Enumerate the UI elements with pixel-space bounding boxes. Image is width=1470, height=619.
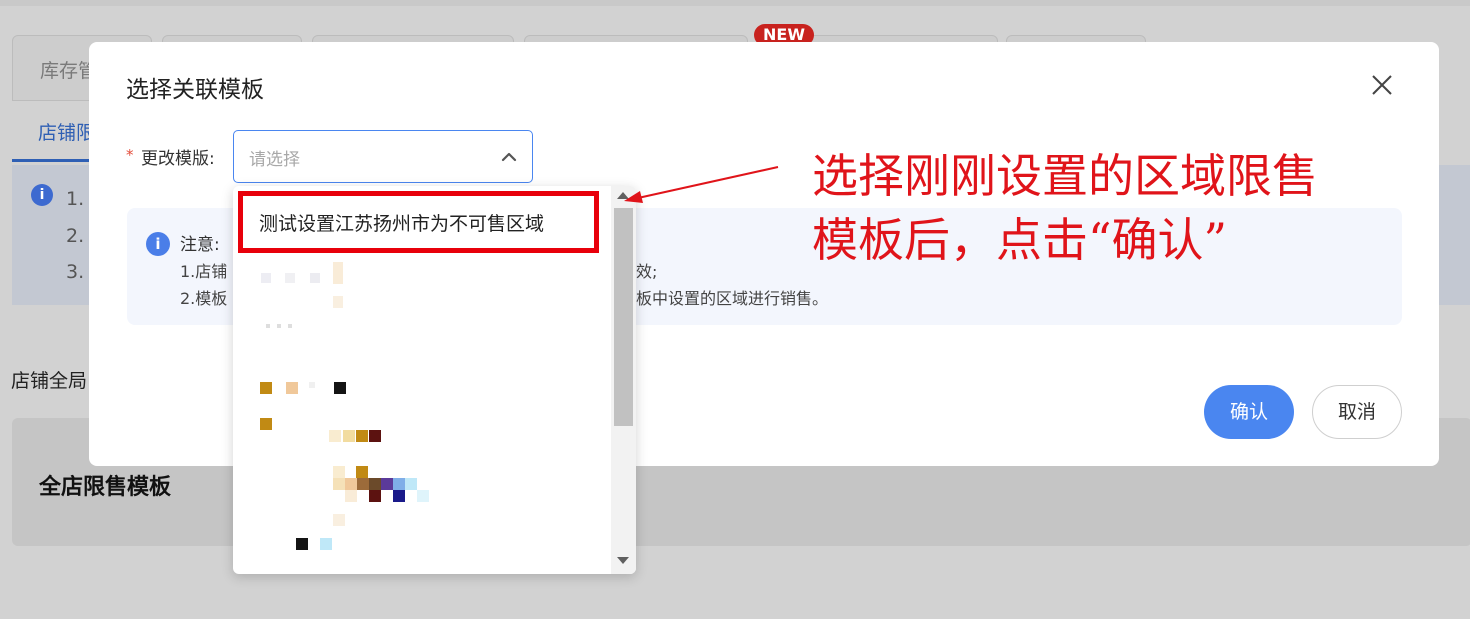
notice-line: 2.模板 — [180, 289, 228, 308]
annotation-text: 选择刚刚设置的区域限售 模板后，点击“确认” — [812, 144, 1372, 272]
background-notice-item: 2. — [66, 225, 85, 247]
dropdown-scrollbar-thumb[interactable] — [614, 208, 633, 426]
annotation-line: 模板后，点击“确认” — [812, 213, 1228, 267]
background-notice-item: 3. — [66, 261, 85, 283]
background-card-title: 全店限售模板 — [39, 475, 172, 500]
dropdown-option-label[interactable]: 测试设置江苏扬州市为不可售区域 — [259, 209, 544, 236]
annotation-line: 选择刚刚设置的区域限售 — [812, 149, 1318, 203]
info-icon: i — [146, 232, 170, 256]
info-icon: i — [31, 184, 53, 206]
scroll-down-arrow-icon[interactable] — [617, 557, 629, 564]
notice-line-end: 效; — [636, 262, 658, 281]
template-field-label: 更改模版: — [141, 149, 215, 169]
notice-line: 1.店铺 — [180, 262, 228, 281]
background-subtab[interactable]: 店铺限 — [38, 118, 95, 145]
background-top-bar — [0, 0, 1470, 6]
background-subtab-underline — [12, 159, 100, 162]
annotation-arrow-icon — [624, 166, 779, 203]
template-select[interactable]: 请选择 — [233, 130, 533, 183]
background-section-title: 店铺全局 — [11, 370, 88, 392]
modal-title: 选择关联模板 — [126, 77, 264, 103]
notice-line-end: 板中设置的区域进行销售。 — [636, 289, 829, 308]
chevron-up-icon — [501, 152, 517, 162]
confirm-button[interactable]: 确认 — [1204, 385, 1294, 439]
notice-title: 注意: — [180, 235, 220, 255]
background-notice-item: 1. — [66, 188, 85, 210]
template-select-placeholder: 请选择 — [249, 150, 300, 170]
required-mark: * — [126, 146, 134, 164]
template-dropdown: 测试设置江苏扬州市为不可售区域 — [233, 186, 636, 574]
cancel-button[interactable]: 取消 — [1312, 385, 1402, 439]
close-icon[interactable] — [1369, 72, 1395, 98]
